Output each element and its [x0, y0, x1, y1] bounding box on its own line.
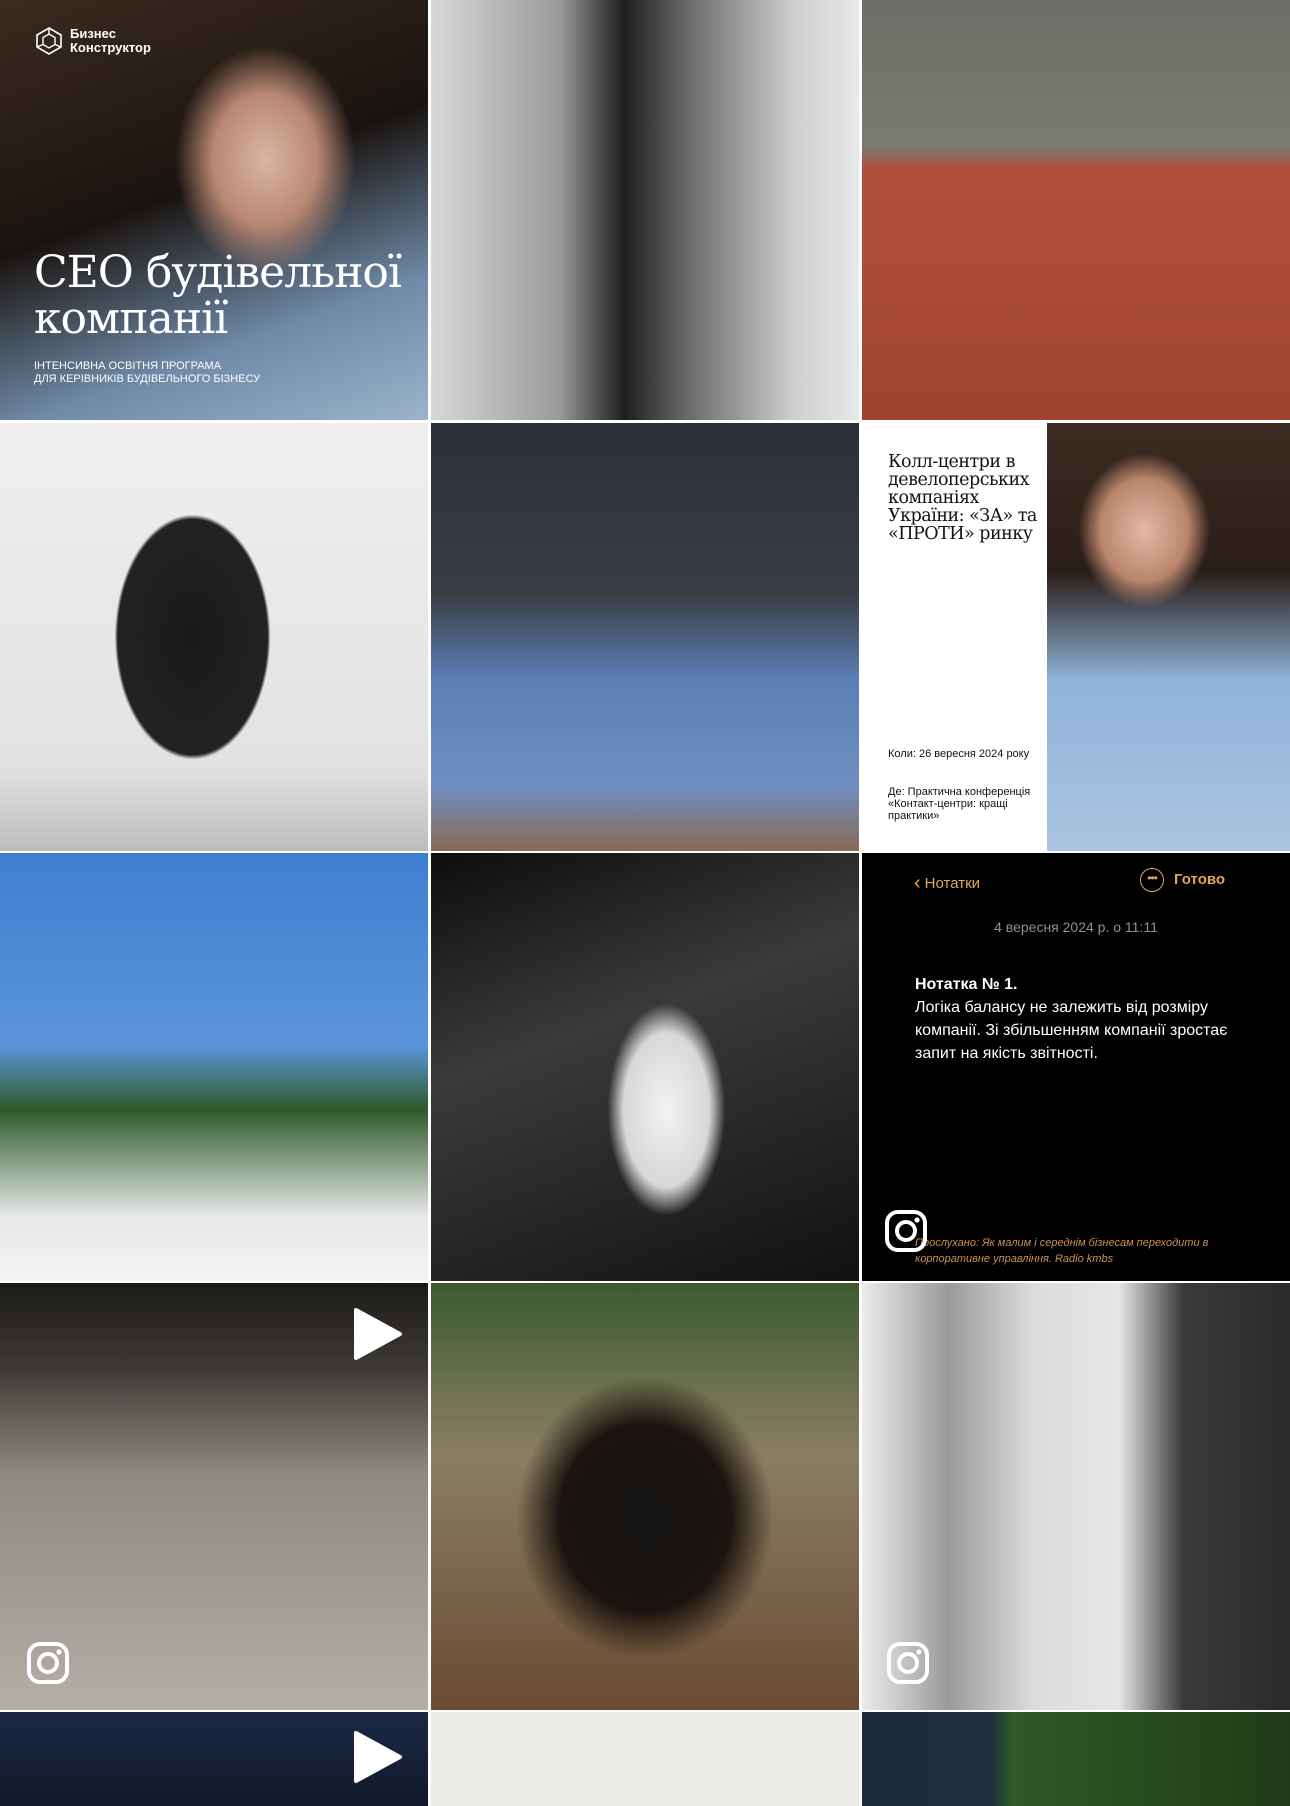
logo-line-1: Бизнес — [70, 26, 116, 41]
chevron-left-icon: ‹ — [914, 872, 921, 894]
post-note[interactable]: ‹ Нотатки ••• Готово 4 вересня 2024 р. о… — [862, 853, 1290, 1281]
ceo-subtitle-line-2: для керівників будівельного бізнесу — [34, 373, 261, 385]
post-photo-red-sofa[interactable] — [862, 0, 1290, 420]
post-photo-jeans[interactable] — [431, 423, 859, 851]
post-video-boots[interactable] — [0, 1283, 428, 1710]
company-logo: Бизнес Конструктор — [34, 26, 151, 56]
logo-mark-icon — [36, 27, 62, 55]
post-photo-drink[interactable] — [0, 853, 428, 1281]
ceo-title-line-1: CEO будівельної — [34, 247, 402, 298]
post-photo-chair[interactable] — [0, 423, 428, 851]
more-icon: ••• — [1140, 868, 1164, 892]
play-icon — [354, 1731, 402, 1783]
post-call-centers[interactable]: Колл-центри в девелоперських компаніях У… — [862, 423, 1290, 851]
notes-back-label: Нотатки — [924, 875, 981, 892]
post-photo-dress[interactable] — [431, 853, 859, 1281]
note-text: Логіка балансу не залежить від розміру к… — [915, 999, 1228, 1062]
post-photo-stairs[interactable] — [431, 0, 859, 420]
ceo-title-line-2: компанії — [34, 293, 228, 344]
logo-text: Бизнес Конструктор — [70, 27, 151, 55]
note-date: 4 вересня 2024 р. о 11:11 — [994, 919, 1158, 935]
post-ceo-program[interactable]: Бизнес Конструктор CEO будівельної компа… — [0, 0, 428, 420]
instagram-icon — [27, 1642, 69, 1684]
ceo-subtitle: Інтенсивна освітня програма для керівник… — [34, 360, 260, 386]
call-centers-title: Колл-центри в девелоперських компаніях У… — [888, 452, 1037, 544]
note-footer: Прослухано: Як малим і середнім бізнесам… — [915, 1237, 1209, 1265]
post-photo-paper[interactable] — [431, 1712, 859, 1806]
post-grid: Бизнес Конструктор CEO будівельної компа… — [0, 0, 1290, 1806]
notes-back-button: ‹ Нотатки — [914, 872, 981, 894]
instagram-icon — [885, 1210, 927, 1252]
call-centers-when: Коли: 26 вересня 2024 року — [888, 748, 1030, 760]
play-icon — [354, 1308, 402, 1360]
ceo-title: CEO будівельної компанії — [34, 247, 402, 344]
note-body: Нотатка № 1. Логіка балансу не залежить … — [915, 973, 1255, 1065]
post-photo-photographer[interactable] — [862, 1283, 1290, 1710]
call-centers-where: Де: Практична конференція «Контакт-центр… — [888, 786, 1031, 822]
note-done-label: Готово — [1174, 871, 1226, 888]
post-photo-greenery[interactable] — [862, 1712, 1290, 1806]
post-photo-back[interactable] — [431, 1283, 859, 1710]
call-centers-photo — [1047, 423, 1290, 851]
instagram-icon — [887, 1642, 929, 1684]
ceo-subtitle-line-1: Інтенсивна освітня програма — [34, 360, 222, 372]
post-video-stage[interactable] — [0, 1712, 428, 1806]
note-heading: Нотатка № 1. — [915, 976, 1018, 993]
logo-line-2: Конструктор — [70, 40, 151, 55]
